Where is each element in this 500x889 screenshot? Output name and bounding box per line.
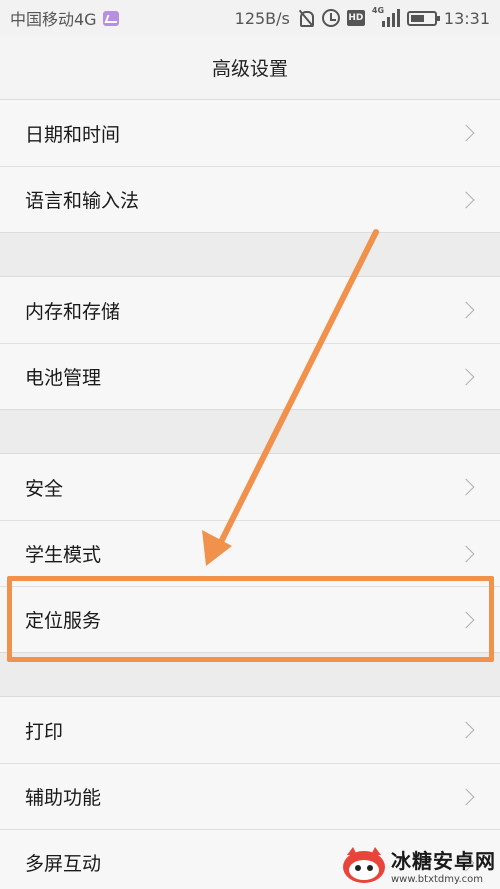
carrier-label: 中国移动4G (10, 10, 97, 29)
signal-icon: 4G (371, 6, 400, 28)
watermark-title: 冰糖安卓网 (391, 849, 496, 873)
status-bar: 中国移动4G 125B/s HD 4G 13:31 (0, 0, 500, 36)
chevron-right-icon (457, 611, 475, 628)
group-divider (0, 653, 500, 697)
settings-item-language-input[interactable]: 语言和输入法 (0, 166, 500, 232)
settings-item-accessibility[interactable]: 辅助功能 (0, 763, 500, 829)
chevron-right-icon (457, 124, 475, 142)
page-title-bar: 高级设置 (0, 36, 500, 100)
settings-item-label: 内存和存储 (25, 300, 121, 323)
clock: 13:31 (443, 8, 490, 28)
settings-group: 安全 学生模式 定位服务 (0, 454, 500, 653)
group-divider (0, 233, 500, 277)
chevron-right-icon (457, 721, 475, 739)
settings-item-student-mode[interactable]: 学生模式 (0, 520, 500, 586)
settings-item-memory-storage[interactable]: 内存和存储 (0, 277, 500, 343)
settings-item-battery-management[interactable]: 电池管理 (0, 343, 500, 409)
chevron-right-icon (457, 191, 475, 208)
chevron-right-icon (457, 301, 475, 319)
settings-group: 日期和时间 语言和输入法 (0, 100, 500, 233)
settings-item-location-services[interactable]: 定位服务 (0, 586, 500, 652)
battery-icon (406, 10, 440, 26)
chevron-right-icon (457, 368, 475, 385)
settings-item-label: 定位服务 (25, 610, 102, 632)
chevron-right-icon (457, 545, 475, 562)
muted-bell-icon (297, 9, 315, 27)
hd-icon: HD (346, 10, 365, 26)
network-speed: 125B/s (234, 8, 290, 28)
settings-item-label: 安全 (25, 477, 64, 500)
watermark: 冰糖安卓网 www.btxtdmy.com (341, 845, 496, 885)
settings-item-label: 电池管理 (25, 367, 102, 389)
settings-list: 日期和时间 语言和输入法 内存和存储 电池管理 安全 学生模式 定位服务 打印 … (0, 100, 500, 889)
network-type-tag: 4G (371, 6, 385, 15)
settings-item-label: 辅助功能 (25, 787, 102, 809)
settings-group: 内存和存储 电池管理 (0, 277, 500, 410)
gallery-notification-icon (102, 10, 119, 26)
settings-item-security[interactable]: 安全 (0, 454, 500, 520)
settings-item-label: 学生模式 (25, 544, 102, 566)
alarm-icon (321, 9, 340, 27)
settings-item-date-time[interactable]: 日期和时间 (0, 100, 500, 166)
watermark-logo-icon (343, 847, 385, 883)
settings-item-print[interactable]: 打印 (0, 697, 500, 763)
page-title: 高级设置 (211, 58, 288, 80)
chevron-right-icon (457, 788, 475, 805)
group-divider (0, 410, 500, 454)
settings-item-label: 日期和时间 (25, 123, 121, 146)
chevron-right-icon (457, 478, 475, 496)
watermark-url: www.btxtdmy.com (391, 874, 484, 885)
settings-item-label: 语言和输入法 (25, 190, 140, 212)
settings-item-label: 打印 (25, 720, 64, 743)
